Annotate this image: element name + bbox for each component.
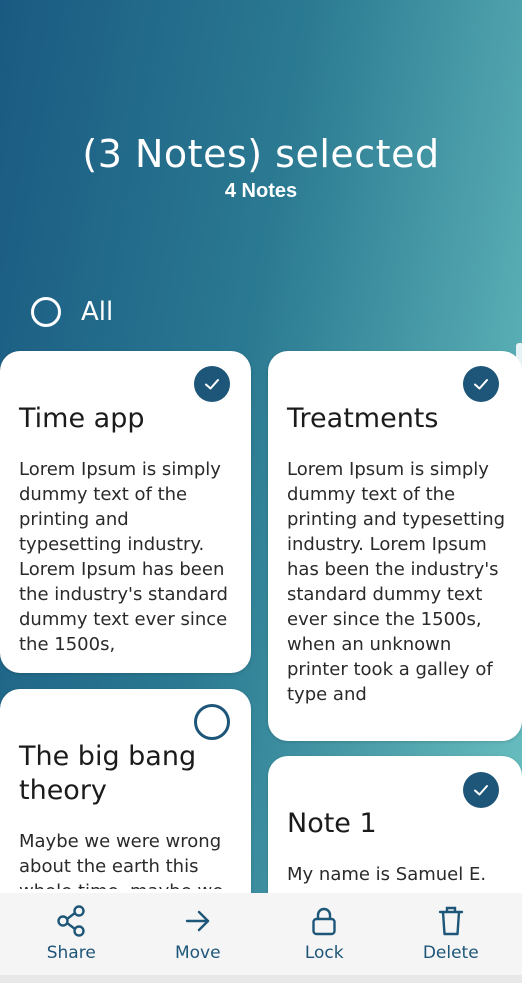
system-nav-strip [0, 975, 522, 983]
lock-icon [312, 907, 336, 936]
scrollbar[interactable] [516, 343, 522, 543]
note-body: Maybe we were wrong about the earth this… [19, 831, 223, 889]
select-all-toggle[interactable]: All [31, 297, 113, 327]
note-card-treatments[interactable]: Treatments Lorem Ipsum is simply dummy t… [268, 351, 522, 741]
delete-label: Delete [422, 943, 479, 963]
arrow-right-icon [185, 910, 209, 932]
selected-check-icon[interactable] [194, 366, 230, 402]
share-label: Share [46, 943, 96, 963]
selection-title: (3 Notes) selected [82, 132, 440, 176]
share-button[interactable]: Share [21, 905, 121, 963]
move-label: Move [174, 943, 221, 963]
radio-unchecked-icon[interactable] [31, 297, 61, 327]
unselected-circle-icon[interactable] [194, 704, 230, 740]
selected-check-icon[interactable] [463, 772, 499, 808]
delete-button[interactable]: Delete [401, 905, 501, 963]
header: (3 Notes) selected 4 Notes All [0, 0, 522, 350]
lock-button[interactable]: Lock [274, 905, 374, 963]
lock-label: Lock [304, 943, 344, 963]
trash-icon [438, 906, 463, 936]
note-card-time-app[interactable]: Time app Lorem Ipsum is simply dummy tex… [0, 351, 251, 673]
note-card-big-bang-theory[interactable]: The big bang theory Maybe we were wrong … [0, 689, 251, 919]
select-all-label: All [81, 297, 114, 327]
note-body: Lorem Ipsum is simply dummy text of the … [19, 459, 228, 655]
note-title: Treatments [287, 403, 439, 434]
note-body: My name is Samuel E. A... [287, 864, 487, 892]
move-button[interactable]: Move [148, 905, 248, 963]
note-body: Lorem Ipsum is simply dummy text of the … [287, 459, 506, 705]
share-icon [57, 905, 85, 937]
action-bar: Share Move Lock Delete [0, 893, 522, 975]
selected-check-icon[interactable] [463, 366, 499, 402]
note-title: Note 1 [287, 808, 377, 839]
note-title: The big bang theory [19, 741, 197, 806]
note-title: Time app [19, 403, 145, 434]
notes-count: 4 Notes [224, 180, 298, 202]
